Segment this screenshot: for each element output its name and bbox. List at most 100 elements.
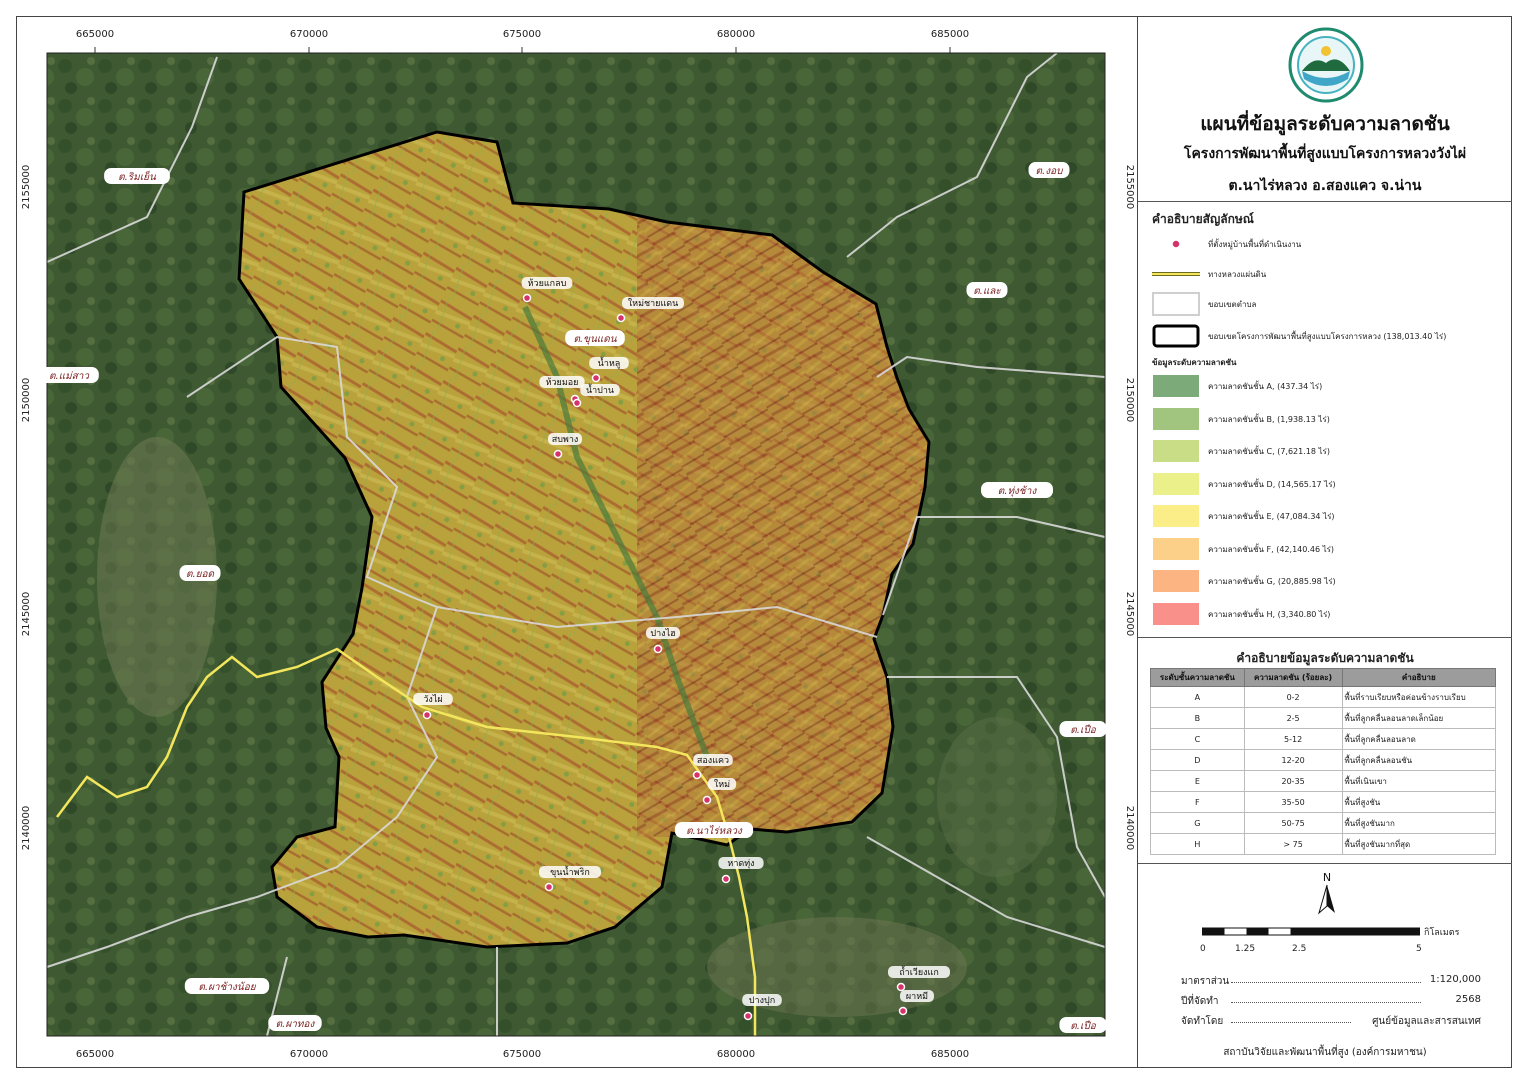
- map-location: ต.นาไร่หลวง อ.สองแคว จ.น่าน: [1228, 178, 1422, 194]
- slope-legend-label: ความลาดชันชั้น H, (3,340.80 ไร่): [1208, 609, 1331, 619]
- legend-highway: ทางหลวงแผ่นดิน: [1152, 262, 1502, 288]
- scale-tick: 5: [1416, 944, 1422, 954]
- table-cell-cls: F: [1150, 791, 1245, 813]
- slope-table-title: คำอธิบายข้อมูลระดับความลาดชัน: [1236, 651, 1414, 665]
- village-marker-icon: [616, 313, 626, 323]
- y-coord-label-right: 2140000: [1124, 806, 1135, 851]
- village-label: ใหม่: [714, 779, 730, 790]
- slope-legend-label: ความลาดชันชั้น B, (1,938.13 ไร่): [1208, 414, 1330, 424]
- info-scale: มาตราส่วน 1:120,000: [1181, 974, 1481, 987]
- table-cell-cls: B: [1150, 707, 1245, 729]
- subdistrict-label: ต.ผาช้างน้อย: [184, 978, 270, 994]
- map-frame[interactable]: 665000 665000 670000 670000 675000 675000 6800…: [16, 16, 1138, 1068]
- village-marker-icon: [591, 373, 601, 383]
- scale-tick: 1.25: [1235, 944, 1256, 954]
- slope-legend-item: ความลาดชันชั้น D, (14,565.17 ไร่): [1152, 471, 1502, 498]
- scale-tick: 2.5: [1292, 944, 1307, 954]
- table-row: F 35-50 พื้นที่สูงชัน: [1150, 791, 1497, 813]
- map-canvas[interactable]: 665000 665000 670000 670000 675000 675000 6800…: [17, 17, 1139, 1069]
- village-marker-icon: [702, 795, 712, 805]
- slope-legend-label: ความลาดชันชั้น E, (47,084.34 ไร่): [1208, 512, 1335, 521]
- table-header-range: ความลาดชัน (ร้อยละ): [1243, 668, 1343, 687]
- table-row: H > 75 พื้นที่สูงชันมากที่สุด: [1150, 833, 1497, 855]
- legend-title: คำอธิบายสัญลักษณ์: [1152, 212, 1254, 226]
- subdistrict-label: ต.และ: [966, 282, 1008, 298]
- info-author: จัดทำโดย ศูนย์ข้อมูลและสารสนเทศ: [1181, 1016, 1481, 1027]
- village-label: หาดทุ่ง: [727, 859, 754, 869]
- x-coord-label-top: 665000: [76, 29, 114, 40]
- svg-text:ต.ขุนแดน: ต.ขุนแดน: [573, 334, 617, 345]
- slope-legend-item: ความลาดชันชั้น A, (437.34 ไร่): [1152, 374, 1502, 400]
- legend-project-boundary: ขอบเขตโครงการพัฒนาพื้นที่สูงแบบโครงการหล…: [1152, 324, 1502, 350]
- slope-legend-item: ความลาดชันชั้น C, (7,621.18 ไร่): [1152, 439, 1502, 465]
- slope-swatch: [1152, 471, 1200, 496]
- village-label: สบพาง: [552, 435, 579, 445]
- table-cell-cls: E: [1150, 770, 1245, 792]
- village-marker-icon: [896, 982, 906, 992]
- subdistrict-label: ต.เปือ: [1059, 721, 1107, 737]
- village-marker-icon: [1171, 239, 1181, 249]
- map-subtitle: โครงการพัฒนาพื้นที่สูงแบบโครงการหลวงวังไ…: [1183, 146, 1467, 162]
- table-cell-desc: พื้นที่สูงชันมาก: [1341, 812, 1497, 834]
- table-cell-range: 20-35: [1243, 770, 1343, 792]
- village-marker-icon: [422, 710, 432, 720]
- table-cell-desc: พื้นที่เนินเขา: [1341, 770, 1497, 792]
- slope-legend-label: ความลาดชันชั้น F, (42,140.46 ไร่): [1208, 544, 1335, 554]
- table-header-class: ระดับชั้นความลาดชัน: [1150, 668, 1245, 687]
- svg-text:ต.แม่สาว: ต.แม่สาว: [49, 371, 90, 382]
- table-cell-cls: A: [1150, 686, 1245, 708]
- x-coord-label-bottom: 680000: [717, 1049, 755, 1060]
- village-label: ผาหมี: [906, 991, 928, 1002]
- highway-line-icon: [1152, 272, 1200, 276]
- table-cell-range: 0-2: [1243, 686, 1343, 708]
- slope-swatch: [1152, 374, 1200, 398]
- slope-legend-item: ความลาดชันชั้น B, (1,938.13 ไร่): [1152, 406, 1502, 433]
- slope-legend-heading: ข้อมูลระดับความลาดชัน: [1152, 358, 1237, 367]
- village-label: วังไผ่: [423, 694, 442, 705]
- village-label: ปางปุก: [749, 996, 775, 1006]
- slope-swatch: [1152, 406, 1200, 431]
- svg-text:ต.งอบ: ต.งอบ: [1036, 166, 1065, 177]
- x-coord-label-bottom: 665000: [76, 1049, 114, 1060]
- subdistrict-boundary-icon: [1152, 292, 1200, 316]
- village-marker-icon: [898, 1006, 908, 1016]
- slope-swatch: [1152, 569, 1200, 593]
- table-cell-range: > 75: [1243, 833, 1343, 855]
- table-cell-desc: พื้นที่ลูกคลื่นลอนลาด: [1341, 728, 1497, 750]
- svg-text:ต.ริมเย็น: ต.ริมเย็น: [118, 170, 157, 183]
- subdistrict-label: ต.ริมเย็น: [104, 168, 170, 184]
- slope-legend-item: ความลาดชันชั้น H, (3,340.80 ไร่): [1152, 601, 1502, 628]
- y-coord-label-right: 2145000: [1124, 592, 1135, 637]
- village-label: สองแคว: [697, 756, 729, 766]
- village-marker-icon: [743, 1011, 753, 1021]
- map-title: แผนที่ข้อมูลระดับความลาดชัน: [1200, 113, 1450, 135]
- table-cell-cls: D: [1150, 749, 1245, 771]
- table-row: E 20-35 พื้นที่เนินเขา: [1150, 770, 1497, 792]
- village-label: ห้วยแกลบ: [528, 278, 567, 289]
- x-coord-label-top: 675000: [503, 29, 541, 40]
- slope-legend-label: ความลาดชันชั้น A, (437.34 ไร่): [1208, 382, 1323, 391]
- legend: คำอธิบายสัญลักษณ์ ที่ตั้งหมู่บ้านพื้นที่…: [1138, 201, 1512, 637]
- table-cell-desc: พื้นที่สูงชันมากที่สุด: [1341, 833, 1497, 855]
- svg-text:ต.ทุ่งช้าง: ต.ทุ่งช้าง: [998, 485, 1038, 497]
- y-coord-label-left: 2155000: [21, 165, 32, 210]
- table-row: G 50-75 พื้นที่สูงชันมาก: [1150, 812, 1497, 834]
- scale-tick: 0: [1200, 944, 1206, 954]
- x-coord-label-top: 680000: [717, 29, 755, 40]
- slope-swatch: [1152, 601, 1200, 626]
- x-coord-label-bottom: 685000: [931, 1049, 969, 1060]
- village-marker-icon: [544, 882, 554, 892]
- village-label: ใหม่ชายแดน: [628, 298, 679, 309]
- x-coord-label-bottom: 670000: [290, 1049, 328, 1060]
- table-row: D 12-20 พื้นที่ลูกคลื่นลอนชัน: [1150, 749, 1497, 771]
- subdistrict-label: ต.เปือ: [1059, 1017, 1107, 1033]
- scale-bar: [1202, 927, 1420, 936]
- footer-agency: สถาบันวิจัยและพัฒนาพื้นที่สูง (องค์การมห…: [1223, 1047, 1427, 1058]
- village-marker-icon: [553, 449, 563, 459]
- table-cell-range: 2-5: [1243, 707, 1343, 729]
- info-year: ปีที่จัดทำ 2568: [1181, 994, 1481, 1007]
- y-coord-label-left: 2150000: [21, 378, 32, 423]
- slope-swatch: [1152, 439, 1200, 463]
- svg-text:ต.นาไร่หลวง: ต.นาไร่หลวง: [686, 825, 743, 837]
- village-marker-icon: [572, 398, 582, 408]
